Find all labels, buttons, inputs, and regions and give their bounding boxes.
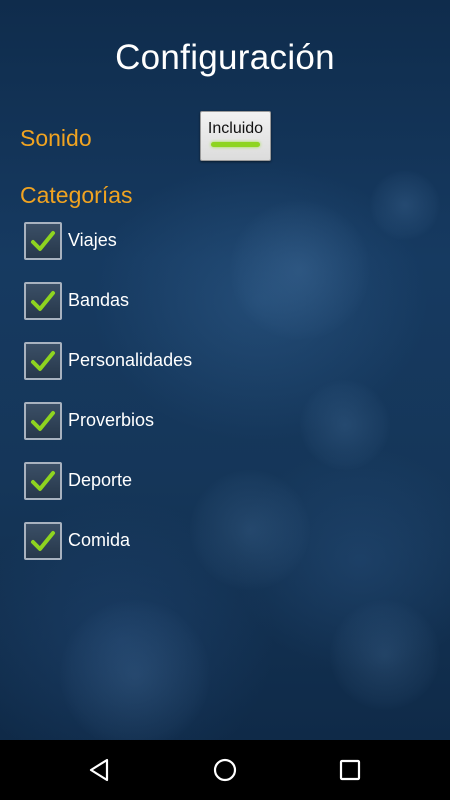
checkmark-icon bbox=[31, 531, 55, 551]
nav-recents-button[interactable] bbox=[335, 755, 365, 785]
checkmark-icon bbox=[31, 351, 55, 371]
category-item-proverbios[interactable]: Proverbios bbox=[24, 402, 284, 442]
category-label: Personalidades bbox=[68, 350, 193, 370]
toggle-indicator bbox=[211, 142, 260, 147]
category-checkbox[interactable] bbox=[24, 282, 62, 320]
system-navigation-bar bbox=[0, 740, 450, 800]
back-triangle-icon bbox=[89, 758, 109, 782]
checkmark-icon bbox=[31, 411, 55, 431]
category-label: Deporte bbox=[68, 470, 133, 490]
checkmark-icon bbox=[31, 291, 55, 311]
category-checkbox[interactable] bbox=[24, 522, 62, 560]
recents-square-icon bbox=[339, 759, 361, 781]
category-item-personalidades[interactable]: Personalidades bbox=[24, 342, 284, 382]
nav-back-button[interactable] bbox=[85, 755, 115, 785]
nav-home-button[interactable] bbox=[210, 755, 240, 785]
category-item-comida[interactable]: Comida bbox=[24, 522, 284, 562]
settings-screen: Configuración Sonido Incluido Categorías… bbox=[0, 0, 450, 740]
category-label: Bandas bbox=[68, 290, 130, 310]
sound-toggle-button[interactable]: Incluido bbox=[200, 111, 271, 161]
category-label: Viajes bbox=[68, 230, 117, 250]
category-checkbox[interactable] bbox=[24, 462, 62, 500]
category-item-deporte[interactable]: Deporte bbox=[24, 462, 284, 502]
category-label: Proverbios bbox=[68, 410, 155, 430]
sound-toggle-label: Incluido bbox=[207, 120, 264, 137]
page-title: Configuración bbox=[115, 38, 335, 77]
category-item-bandas[interactable]: Bandas bbox=[24, 282, 284, 322]
category-checkbox[interactable] bbox=[24, 222, 62, 260]
categories-label: Categorías bbox=[20, 182, 133, 208]
category-checkbox[interactable] bbox=[24, 402, 62, 440]
category-checkbox[interactable] bbox=[24, 342, 62, 380]
checkmark-icon bbox=[31, 471, 55, 491]
checkmark-icon bbox=[31, 231, 55, 251]
home-circle-icon bbox=[213, 758, 237, 782]
sound-label: Sonido bbox=[20, 125, 92, 151]
category-item-viajes[interactable]: Viajes bbox=[24, 222, 284, 262]
category-label: Comida bbox=[68, 530, 131, 550]
